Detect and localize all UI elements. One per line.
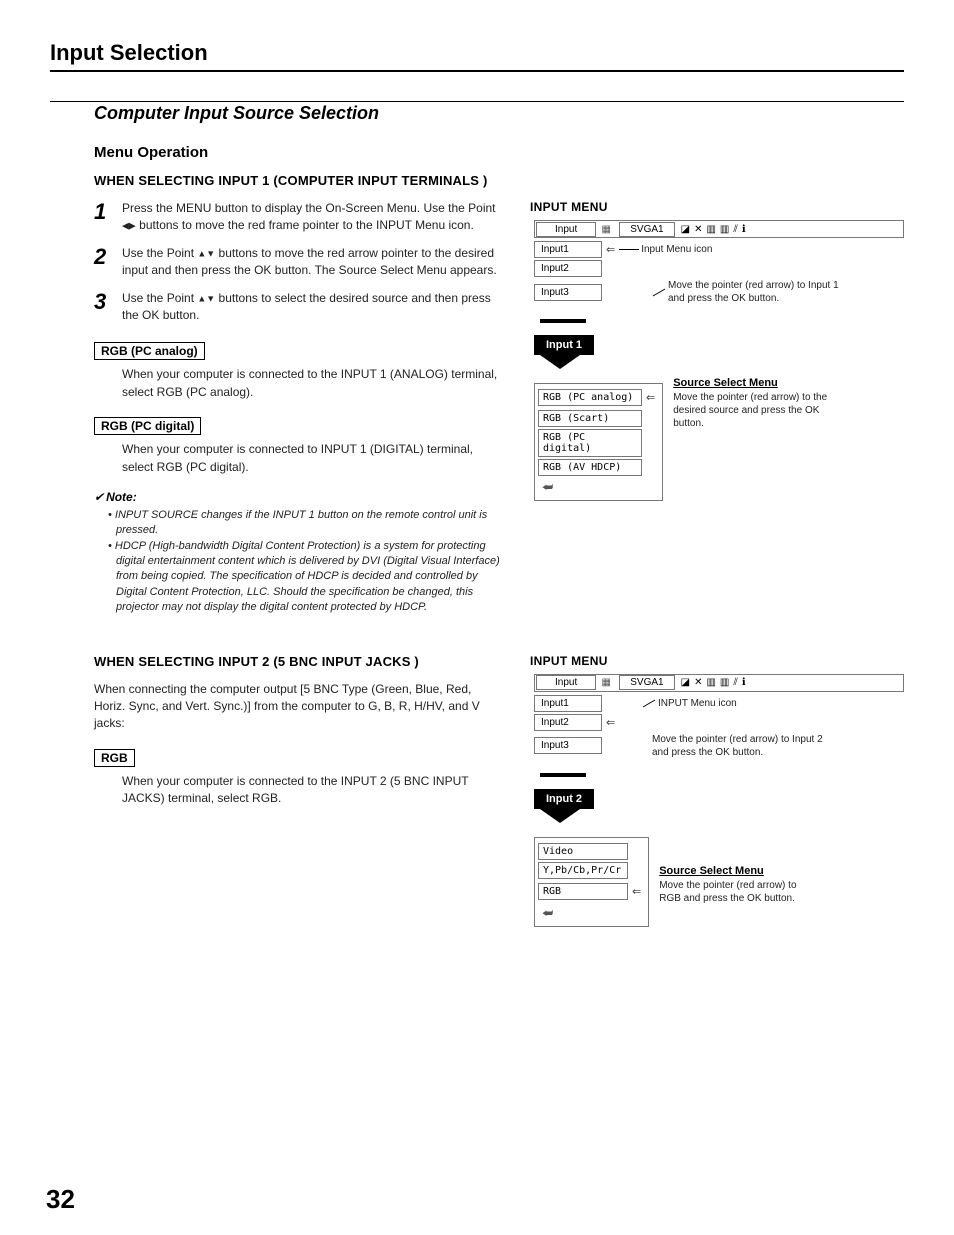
top-icons: ◪ ✕ ▥ ▥ ⫽ ℹ — [681, 677, 746, 688]
input-menu-label-2: INPUT MENU — [530, 654, 904, 668]
top-icons: ◪ ✕ ▥ ▥ ⫽ ℹ — [681, 224, 746, 235]
step-text-a: Use the Point — [122, 246, 197, 260]
annotation-source-select: Move the pointer (red arrow) to the desi… — [673, 391, 833, 430]
rgb-digital-label: RGB (PC digital) — [94, 417, 201, 435]
icon: ▥ — [706, 677, 715, 688]
source-item: RGB (PC analog) — [538, 389, 642, 406]
when-selecting-1: WHEN SELECTING INPUT 1 (COMPUTER INPUT T… — [94, 173, 904, 188]
input-list-item: Input1 — [534, 695, 602, 712]
source-item: Video — [538, 843, 628, 860]
menu-top-bar: Input ▦ SVGA1 ◪ ✕ ▥ ▥ ⫽ ℹ — [534, 220, 904, 238]
icon: ▥ — [706, 224, 715, 235]
source-item: RGB (Scart) — [538, 410, 642, 427]
black-bar — [540, 319, 586, 323]
step-number: 1 — [94, 200, 122, 235]
step-text: Use the Point ▲▼ buttons to select the d… — [122, 290, 510, 325]
black-bar — [540, 773, 586, 777]
annotation-input-menu-icon: INPUT Menu icon — [658, 697, 737, 710]
svga-label: SVGA1 — [619, 675, 674, 690]
section-title: Input Selection — [50, 40, 904, 66]
step-text: Press the MENU button to display the On-… — [122, 200, 510, 235]
note-head-text: Note: — [106, 490, 137, 504]
menu-tab-input: Input — [536, 675, 596, 690]
down-arrow-icon — [540, 355, 580, 369]
step-text-b: buttons to move the red frame pointer to… — [136, 218, 474, 232]
icon: ⫽ — [733, 677, 737, 688]
source-item: Y,Pb/Cb,Pr/Cr — [538, 862, 628, 879]
pointer-arrow-icon: ⇐ — [646, 391, 655, 404]
up-down-arrow-icon: ▲▼ — [197, 293, 215, 303]
icon: ▥ — [720, 224, 729, 235]
input-2-block: Input 2 — [534, 789, 594, 809]
icon: ◪ — [681, 224, 690, 235]
annotation-move-pointer: Move the pointer (red arrow) to Input 2 … — [652, 733, 832, 759]
rgb-label: RGB — [94, 749, 135, 767]
input-menu-diagram-2: Input ▦ SVGA1 ◪ ✕ ▥ ▥ ⫽ ℹ Input1 INPUT Menu i… — [534, 674, 904, 927]
step-number: 2 — [94, 245, 122, 280]
note-heading: ✔Note: — [94, 490, 510, 504]
input-list-item: Input3 — [534, 284, 602, 301]
thin-rule — [50, 101, 904, 102]
menu-tab-input: Input — [536, 222, 596, 237]
exit-icon: ⮨ — [538, 478, 659, 497]
annotation-input-menu-icon: Input Menu icon — [641, 243, 712, 256]
source-item: RGB (PC digital) — [538, 429, 642, 457]
input-list-item: Input1 — [534, 241, 602, 258]
input-list-item: Input2 — [534, 260, 602, 277]
step-3: 3 Use the Point ▲▼ buttons to select the… — [94, 290, 510, 325]
source-select-title: Source Select Menu — [673, 377, 833, 389]
icon: ▥ — [720, 677, 729, 688]
title-rule — [50, 70, 904, 72]
rgb-digital-desc: When your computer is connected to INPUT… — [122, 441, 502, 476]
bnc-intro: When connecting the computer output [5 B… — [94, 681, 504, 733]
menu-operation-heading: Menu Operation — [94, 144, 904, 161]
page-number: 32 — [46, 1184, 75, 1215]
icon: ⫽ — [733, 224, 737, 235]
input-menu-label-1: INPUT MENU — [530, 200, 904, 214]
step-number: 3 — [94, 290, 122, 325]
menu-icon: ▦ — [600, 223, 612, 235]
note-item: • INPUT SOURCE changes if the INPUT 1 bu… — [108, 508, 508, 539]
icon: ✕ — [694, 224, 702, 235]
icon: ✕ — [694, 677, 702, 688]
menu-icon: ▦ — [600, 677, 612, 689]
svga-label: SVGA1 — [619, 222, 674, 237]
annotation-move-pointer: Move the pointer (red arrow) to Input 1 … — [668, 279, 848, 305]
check-icon: ✔ — [94, 490, 104, 504]
source-item: RGB (AV HDCP) — [538, 459, 642, 476]
rgb-analog-label: RGB (PC analog) — [94, 342, 205, 360]
subsection-title: Computer Input Source Selection — [94, 103, 904, 124]
step-text-a: Press the MENU button to display the On-… — [122, 201, 496, 215]
when-selecting-2: WHEN SELECTING INPUT 2 (5 BNC INPUT JACK… — [94, 654, 510, 669]
input-list-item: Input2 — [534, 714, 602, 731]
rgb-analog-desc: When your computer is connected to the I… — [122, 366, 502, 401]
rgb-desc: When your computer is connected to the I… — [122, 773, 502, 808]
source-select-box: Video Y,Pb/Cb,Pr/Cr RGB ⇐ ⮨ — [534, 837, 649, 927]
left-right-arrow-icon: ◀▶ — [122, 221, 136, 231]
source-item: RGB — [538, 883, 628, 900]
note-item: • HDCP (High-bandwidth Digital Content P… — [108, 539, 508, 616]
pointer-arrow-icon: ⇐ — [606, 716, 615, 729]
exit-icon: ⮨ — [538, 904, 645, 923]
pointer-arrow-icon: ⇐ — [632, 885, 641, 898]
input-list-item: Input3 — [534, 737, 602, 754]
step-text-a: Use the Point — [122, 291, 197, 305]
pointer-arrow-icon: ⇐ — [606, 243, 615, 256]
down-arrow-icon — [540, 809, 580, 823]
source-select-box: RGB (PC analog) ⇐ RGB (Scart) RGB (PC dig… — [534, 383, 663, 501]
info-icon: ℹ — [742, 677, 746, 688]
menu-top-bar: Input ▦ SVGA1 ◪ ✕ ▥ ▥ ⫽ ℹ — [534, 674, 904, 692]
input-1-block: Input 1 — [534, 335, 594, 355]
note-list: • INPUT SOURCE changes if the INPUT 1 bu… — [108, 508, 508, 616]
info-icon: ℹ — [742, 224, 746, 235]
annotation-source-select: Move the pointer (red arrow) to RGB and … — [659, 879, 819, 905]
icon: ◪ — [681, 677, 690, 688]
step-2: 2 Use the Point ▲▼ buttons to move the r… — [94, 245, 510, 280]
input-menu-diagram-1: Input ▦ SVGA1 ◪ ✕ ▥ ▥ ⫽ ℹ Input1 ⇐ Input Menu… — [534, 220, 904, 501]
up-down-arrow-icon: ▲▼ — [197, 248, 215, 258]
source-select-title: Source Select Menu — [659, 865, 819, 877]
step-text: Use the Point ▲▼ buttons to move the red… — [122, 245, 510, 280]
step-1: 1 Press the MENU button to display the O… — [94, 200, 510, 235]
